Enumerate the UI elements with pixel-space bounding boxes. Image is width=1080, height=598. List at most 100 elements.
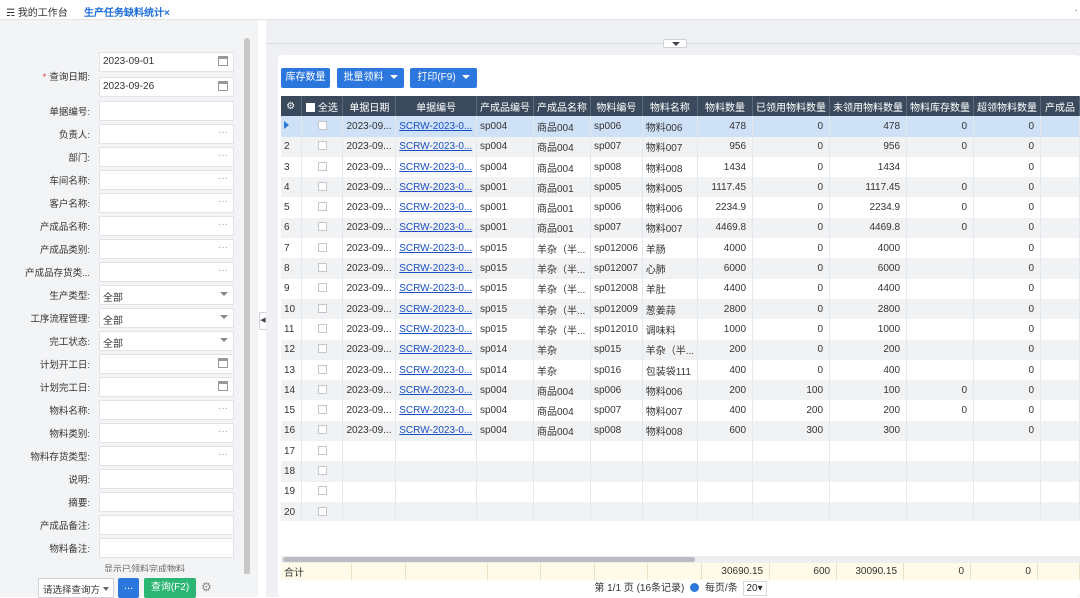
calendar-icon[interactable] <box>218 81 228 91</box>
filter-input[interactable]: ··· <box>99 147 234 167</box>
table-row[interactable]: 12 2023-09... SCRW-2023-0... sp014 羊杂 sp015 羊杂… <box>281 339 1080 360</box>
table-row[interactable]: 2023-09... SCRW-2023-0... sp004 商品004 sp006 物… <box>281 116 1080 137</box>
row-checkbox[interactable] <box>317 120 327 130</box>
filter-input[interactable]: 全部 <box>99 308 234 328</box>
calendar-icon[interactable] <box>218 56 228 66</box>
filter-input[interactable] <box>99 101 234 121</box>
table-row[interactable]: 14 2023-09... SCRW-2023-0... sp004 商品004 sp00… <box>281 380 1080 401</box>
calendar-icon[interactable] <box>218 358 228 368</box>
table-cell[interactable]: SCRW-2023-0... <box>395 217 477 239</box>
table-row[interactable]: 16 2023-09... SCRW-2023-0... sp004 商品004 sp00… <box>281 420 1080 442</box>
row-checkbox[interactable] <box>317 202 327 212</box>
column-header[interactable]: 物料名称 <box>642 96 699 117</box>
document-number-link[interactable]: SCRW-2023-0... <box>399 324 472 335</box>
ellipsis-icon[interactable]: ··· <box>218 403 228 414</box>
row-checkbox-cell[interactable] <box>301 481 344 502</box>
document-number-link[interactable]: SCRW-2023-0... <box>399 182 472 193</box>
print-button[interactable]: 打印(F9) <box>410 68 477 88</box>
table-row[interactable]: 13 2023-09... SCRW-2023-0... sp014 羊杂 sp016 包装… <box>281 359 1080 381</box>
gear-icon[interactable]: ⚙ <box>201 580 212 594</box>
query-button[interactable]: 查询(F2) <box>144 578 196 598</box>
ellipsis-icon[interactable]: ··· <box>218 242 228 253</box>
filter-input[interactable]: ··· <box>99 423 234 443</box>
table-row[interactable]: 8 2023-09... SCRW-2023-0... sp015 羊杂（半... sp0… <box>281 258 1080 279</box>
scrollbar-thumb[interactable] <box>283 557 695 562</box>
filter-input[interactable]: 全部 <box>99 331 234 351</box>
filter-input[interactable]: ··· <box>99 239 234 259</box>
row-checkbox[interactable] <box>317 506 327 516</box>
table-cell[interactable] <box>395 501 477 521</box>
row-checkbox[interactable] <box>317 344 327 354</box>
document-number-link[interactable]: SCRW-2023-0... <box>399 385 472 396</box>
row-checkbox[interactable] <box>317 263 327 273</box>
column-header[interactable]: 超领物料数量 <box>973 96 1042 117</box>
row-checkbox[interactable] <box>317 384 327 394</box>
table-row[interactable]: 6 2023-09... SCRW-2023-0... sp001 商品001 sp007… <box>281 217 1080 239</box>
document-number-link[interactable]: SCRW-2023-0... <box>399 263 472 274</box>
refresh-icon[interactable] <box>690 583 700 592</box>
row-checkbox-cell[interactable] <box>301 359 344 381</box>
column-header[interactable]: 产成品编号 <box>476 96 534 117</box>
document-number-link[interactable]: SCRW-2023-0... <box>399 202 472 213</box>
column-header[interactable]: 未领用物料数量 <box>829 96 908 117</box>
table-row[interactable]: 15 2023-09... SCRW-2023-0... sp004 商品004 sp00… <box>281 400 1080 421</box>
table-cell[interactable]: SCRW-2023-0... <box>395 116 477 137</box>
ellipsis-icon[interactable]: ··· <box>218 150 228 161</box>
chevron-down-icon[interactable] <box>220 292 228 296</box>
row-checkbox-cell[interactable] <box>301 298 344 320</box>
table-cell[interactable]: SCRW-2023-0... <box>395 136 477 157</box>
batch-pick-button[interactable]: 批量领料 <box>337 68 404 88</box>
row-checkbox[interactable] <box>317 465 327 475</box>
row-checkbox[interactable] <box>317 242 327 252</box>
filter-input[interactable]: ··· <box>99 400 234 420</box>
row-checkbox-cell[interactable] <box>301 380 344 401</box>
filter-input[interactable]: ··· <box>99 170 234 190</box>
column-settings-gear-icon[interactable]: ⚙ <box>281 96 302 117</box>
ellipsis-icon[interactable]: ··· <box>218 196 228 207</box>
filter-input[interactable]: 全部 <box>99 285 234 305</box>
table-cell[interactable]: SCRW-2023-0... <box>395 319 477 340</box>
table-row[interactable]: 2 2023-09... SCRW-2023-0... sp004 商品004 sp007… <box>281 136 1080 157</box>
chevron-down-icon[interactable] <box>220 338 228 342</box>
document-number-link[interactable]: SCRW-2023-0... <box>399 405 472 416</box>
filter-input[interactable]: ··· <box>99 216 234 236</box>
row-checkbox-cell[interactable] <box>301 177 344 198</box>
row-checkbox[interactable] <box>317 486 327 496</box>
row-checkbox-cell[interactable] <box>301 238 344 259</box>
query-date-end-input[interactable]: 2023-09-26 <box>99 77 234 97</box>
show-completed-checkbox-label[interactable]: 显示已领料完成物料 <box>104 562 244 572</box>
table-cell[interactable]: SCRW-2023-0... <box>395 197 477 218</box>
row-checkbox-cell[interactable] <box>301 339 344 360</box>
filter-input[interactable]: ··· <box>99 446 234 466</box>
row-checkbox[interactable] <box>317 161 327 171</box>
table-row[interactable]: 3 2023-09... SCRW-2023-0... sp004 商品004 sp008… <box>281 156 1080 178</box>
calendar-icon[interactable] <box>218 381 228 391</box>
table-row[interactable]: 17 <box>281 441 1080 462</box>
scrollbar-thumb[interactable] <box>244 38 250 575</box>
document-number-link[interactable]: SCRW-2023-0... <box>399 283 472 294</box>
row-checkbox-cell[interactable] <box>301 156 344 178</box>
filter-input[interactable] <box>99 354 234 374</box>
table-cell[interactable] <box>395 481 477 502</box>
page-size-select[interactable]: 20▾ <box>742 581 767 596</box>
column-header[interactable]: 单据日期 <box>342 96 397 117</box>
table-cell[interactable]: SCRW-2023-0... <box>395 359 477 381</box>
ellipsis-icon[interactable]: ··· <box>218 173 228 184</box>
column-header[interactable]: 物料数量 <box>697 96 754 117</box>
close-icon[interactable]: × <box>164 8 170 19</box>
table-row[interactable]: 19 <box>281 481 1080 502</box>
table-row[interactable]: 9 2023-09... SCRW-2023-0... sp015 羊杂（半... sp0… <box>281 278 1080 299</box>
row-checkbox[interactable] <box>317 141 327 151</box>
table-row[interactable]: 7 2023-09... SCRW-2023-0... sp015 羊杂（半... sp0… <box>281 238 1080 259</box>
column-header[interactable]: 已领用物料数量 <box>752 96 831 117</box>
table-row[interactable]: 4 2023-09... SCRW-2023-0... sp001 商品001 sp005… <box>281 177 1080 198</box>
document-number-link[interactable]: SCRW-2023-0... <box>399 222 472 233</box>
select-all-checkbox[interactable] <box>306 102 316 112</box>
table-cell[interactable]: SCRW-2023-0... <box>395 258 477 279</box>
tab-material-shortage[interactable]: 生产任务缺料统计× <box>84 4 170 24</box>
stock-qty-button[interactable]: 库存数量 <box>281 68 330 88</box>
filter-input[interactable] <box>99 538 234 558</box>
row-checkbox-cell[interactable] <box>301 116 344 137</box>
row-checkbox-cell[interactable] <box>301 217 344 239</box>
table-row[interactable]: 18 <box>281 461 1080 482</box>
